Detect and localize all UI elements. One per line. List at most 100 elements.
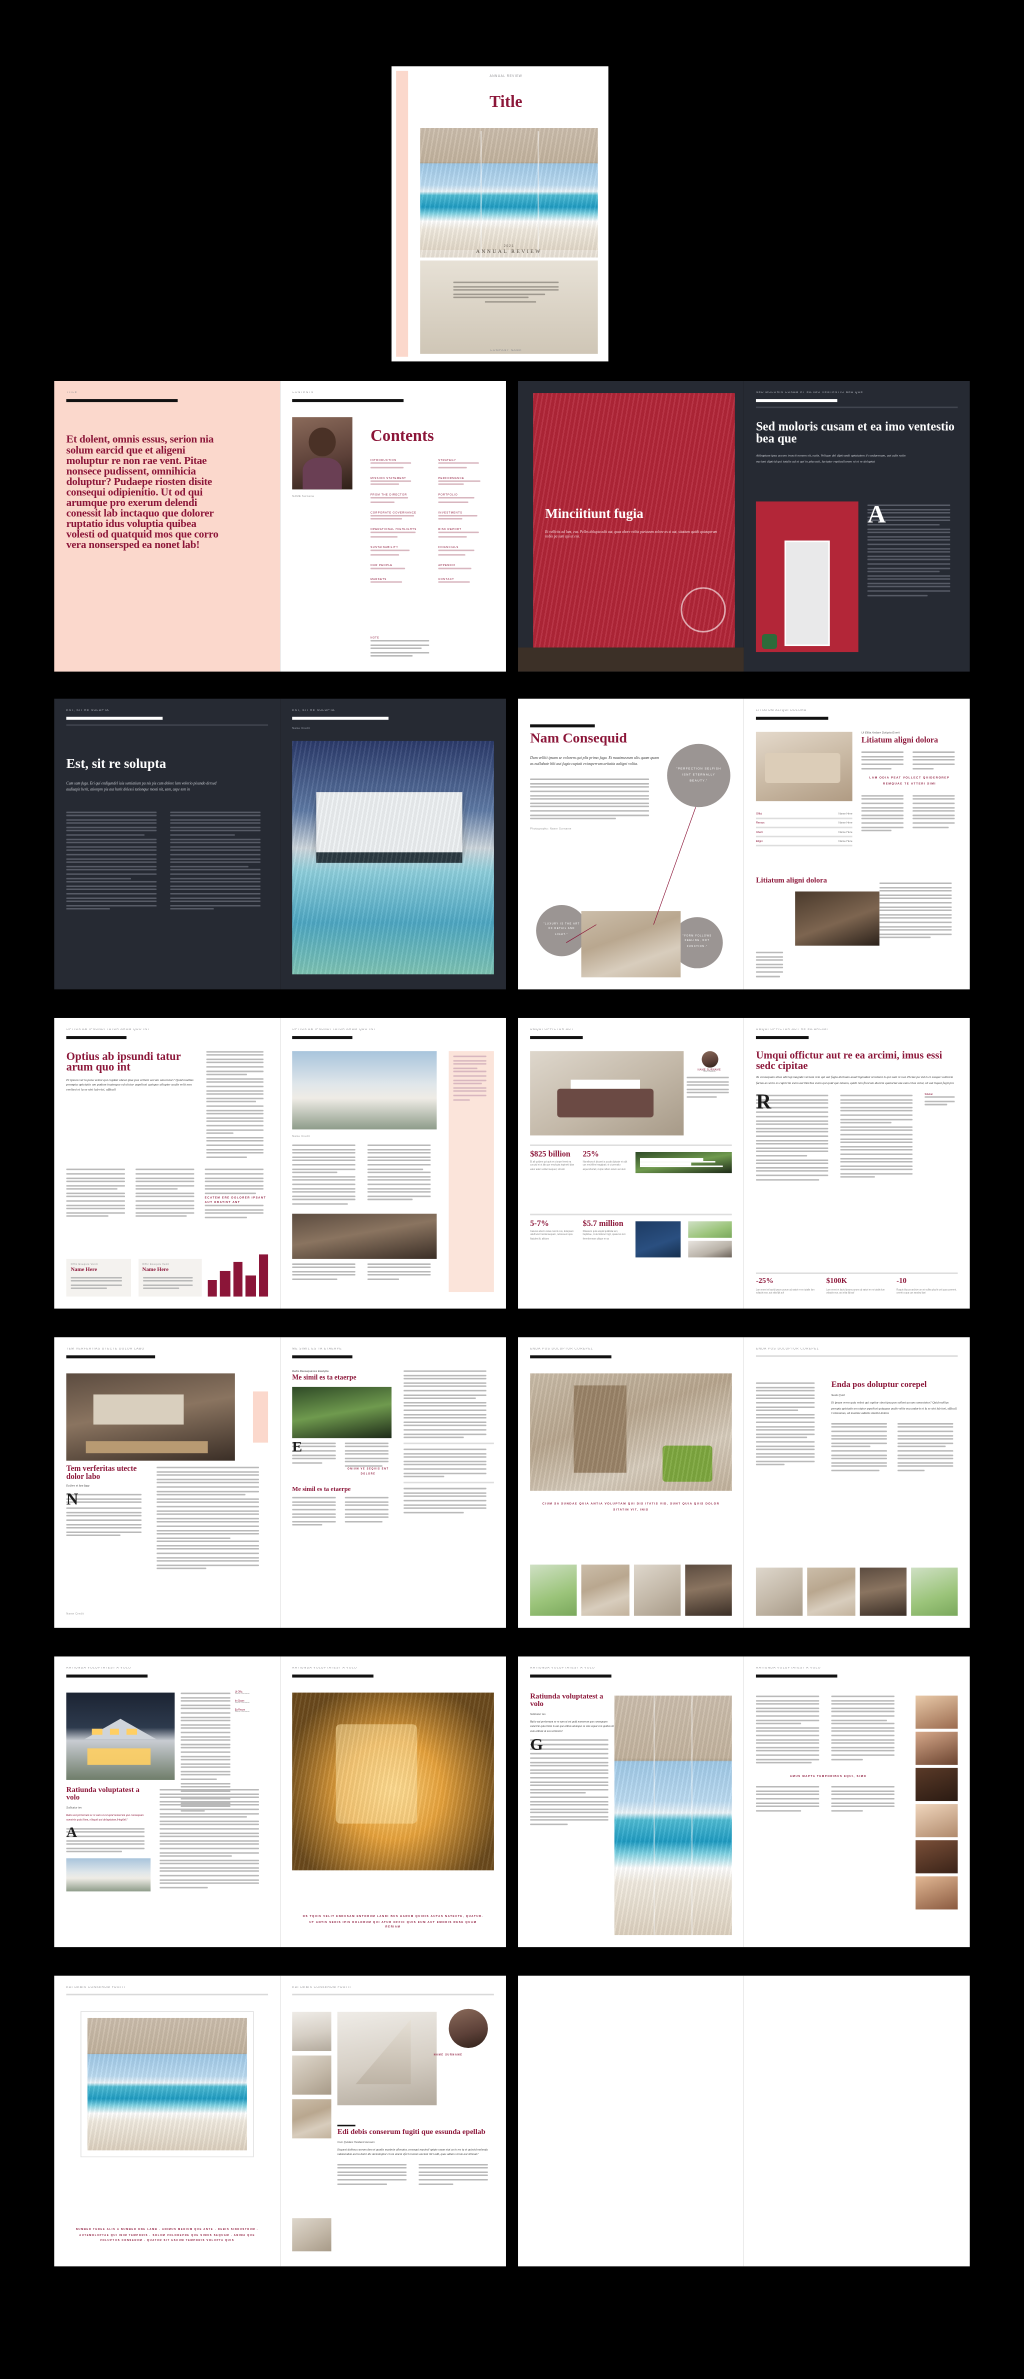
fireplace-photo	[687, 1240, 732, 1258]
stat-block: $825 billion Et ali quidem qui quis es c…	[530, 1150, 575, 1172]
toc-entry[interactable]: STRATEGY	[438, 459, 494, 468]
runhead-optius-left: OPTIUS AB IPSUNDI TATUR ARUM QUO INT	[66, 1028, 150, 1032]
toc-entry[interactable]: PORTFOLIO	[438, 494, 494, 503]
spread-tem-verferitas[interactable]: TEM VERFERITAS UTECTE DOLOR LABO Tem ver…	[54, 1337, 506, 1628]
minciitiunt-heading: Minciitiunt fugia	[545, 505, 644, 522]
tem-sidecap: Name Credit	[66, 1612, 84, 1616]
umqui-deck: Ta consequam ulias allerap magnde vernam…	[755, 1077, 954, 1086]
toc-entry[interactable]: MARKETS	[370, 578, 426, 583]
umqui-profile: NAME SURNAME Title Position	[686, 1051, 732, 1100]
interior-photo	[581, 911, 681, 978]
toc-column-1[interactable]: INTRODUCTION MISSION STATEMENT FROM THE …	[370, 459, 426, 584]
spec-table: Offici Name Here Remos Name Here Inferit…	[755, 810, 853, 847]
toc-entry[interactable]: PERFORMANCE	[438, 477, 494, 486]
amber-interior-photo	[292, 1692, 494, 1871]
mini-bar-chart	[207, 1251, 269, 1297]
toc-entry[interactable]: OUR PEOPLE	[370, 564, 426, 569]
runhead-enda-left: ENDA POS DOLUPTUR COREPEL	[530, 1347, 594, 1351]
dining-room-photo	[530, 1051, 684, 1136]
tem-deck: Ea fero et lam fuga	[66, 1485, 90, 1489]
stairs-photo	[530, 1373, 732, 1491]
thumb-photo	[807, 1567, 855, 1616]
side-panel	[448, 1051, 494, 1293]
runhead-optius-right: OPTIUS AB IPSUNDI TATUR ARUM QUO INT	[292, 1028, 376, 1032]
dropcap-g: G	[530, 1736, 543, 1755]
toc-entry[interactable]: OPERATIONAL HIGHLIGHTS	[370, 529, 426, 538]
runhead-ratiunda-b-left: RATIUNDA VOLUPTATEST A VOLO	[530, 1667, 596, 1671]
stat-block: $5.7 million Ditassum quis acquid quidis…	[582, 1219, 626, 1241]
thumb-photo	[292, 2055, 332, 2095]
face-grid	[915, 1695, 958, 1910]
ratiunda-b-heading: Ratiunda voluptatest a volo	[530, 1694, 604, 1710]
me-simil-pullquote: ONIUM VE SEQUIS ENT DOLORE	[347, 1469, 389, 1476]
thumb-photo	[530, 1564, 578, 1616]
face-thumb	[915, 1767, 958, 1802]
edi-heading: Edi debis conserum fugiti que essunda ep…	[337, 2128, 486, 2137]
sed-moloris-heading: Sed moloris cusam et ea imo ventestio be…	[755, 420, 955, 447]
cover-preview[interactable]: ANNUAL REVIEW Title 2021 ANNUAL REVIEW C…	[391, 66, 609, 362]
toc-entry[interactable]: CONTACT	[438, 578, 494, 583]
runhead-est-right: EST, SIT RE SOLUPTA	[292, 709, 335, 713]
runhead-sed-moloris: SED MOLORIS CUSAM ET EA IMO VENTESTIO BE…	[755, 391, 864, 395]
face-thumb	[915, 1804, 958, 1838]
toc-entry[interactable]: SUSTAINABILITY	[370, 547, 426, 556]
toc-entry[interactable]: INTRODUCTION	[370, 459, 426, 468]
edi-deck: Exquesi dolinea cuorum dem et quodis max…	[337, 2148, 488, 2156]
dropcap-a: A	[867, 499, 886, 529]
ratiunda-a-kicker: Sollicatur tes	[66, 1806, 82, 1810]
minciitiunt-deck: Et velliciis ad lant, eus. Pelles dolupt…	[545, 529, 718, 540]
sofa-green-photo	[687, 1221, 732, 1238]
toc-column-2[interactable]: STRATEGY PERFORMANCE PORTFOLIO INVESTMEN…	[438, 459, 494, 584]
toc-entry[interactable]: FROM THE DIRECTOR	[370, 494, 426, 503]
runhead-litiatum: LITIATUM ALIQUI DOLORA	[755, 709, 807, 713]
toc-entry[interactable]: APPENDIX	[438, 564, 494, 569]
cover-footer: COMPANY NAME	[490, 349, 522, 353]
face-thumb	[915, 1695, 958, 1729]
edi-caption-block: NUMBER THREE ALIS A NUMBER ONE LAMB · AN…	[75, 2228, 259, 2243]
info-card[interactable]: Offic Exequis Venit Name Here	[66, 1259, 131, 1297]
modern-house-photo	[292, 1051, 437, 1130]
kitchen-photo	[795, 891, 880, 946]
spread-ratiunda-a[interactable]: RATIUNDA VOLUPTATEST A VOLO Ut Offic Nam…	[54, 1656, 506, 1948]
optius-pullquote: ECATEM ERE DOLORER IPSANT AUT OBATIST AN…	[204, 1196, 267, 1205]
stat-block: $100K Lam eneni et lacrid ipsum porum od…	[826, 1278, 885, 1295]
avatar	[700, 1051, 718, 1068]
toc-entry[interactable]: CORPORATE GOVERNANCE	[370, 512, 426, 521]
spread-contents[interactable]: TITLE Et dolent, omnis essus, serion nia…	[54, 380, 506, 672]
runhead-est-left: EST, SIT RE SOLUPTA	[66, 709, 110, 713]
thumb-photo	[292, 2011, 332, 2052]
dropcap-n: N	[66, 1491, 79, 1510]
runhead-me-simil: ME SIMIL ES TA ETAERPE	[292, 1347, 343, 1351]
edi-name-note: NAME SURNAME	[433, 2055, 463, 2058]
stat-block: -10 Roquis blocus archive um et vollira …	[896, 1278, 957, 1295]
toc-entry[interactable]: MISSION STATEMENT	[370, 477, 426, 486]
runhead-enda-right: ENDA POS DOLUPTUR COREPEL	[755, 1347, 820, 1351]
runhead-ratiunda-b-right: RATIUNDA VOLUPTATEST A VOLO	[755, 1667, 821, 1671]
info-card[interactable]: Offic Exequis Venit Name Here	[137, 1259, 202, 1297]
toc-entry[interactable]: RISK REPORT	[438, 529, 494, 538]
stat-block: -25% Lam eneni et lacrid ipsum porum od …	[755, 1278, 815, 1295]
staircase-photo	[337, 2011, 437, 2106]
face-thumb	[915, 1876, 958, 1910]
contents-portrait-caption: NAME Surname	[292, 494, 315, 498]
interior-photo-2	[292, 1212, 437, 1259]
framed-beach-photo	[81, 2011, 253, 2157]
toc-entry[interactable]: INVESTMENTS	[438, 512, 494, 521]
thumb-photo	[684, 1564, 732, 1616]
spread-est-sit-re[interactable]: EST, SIT RE SOLUPTA Est, sit re solupta …	[54, 698, 506, 990]
spread-ratiunda-b[interactable]: RATIUNDA VOLUPTATEST A VOLO Ratiunda vol…	[518, 1656, 970, 1948]
spread-enda-pos[interactable]: ENDA POS DOLUPTUR COREPEL CIUM SA SUNDAE…	[518, 1337, 970, 1628]
cover-blush-bar	[396, 70, 409, 357]
spread-optius[interactable]: OPTIUS AB IPSUNDI TATUR ARUM QUO INT Opt…	[54, 1017, 506, 1309]
thumb-photo	[859, 1567, 907, 1616]
spread-umqui[interactable]: UMQUI OFFICTUR AUT NAME SURNAME Title Po…	[518, 1017, 970, 1309]
spread-minciitiunt[interactable]: Minciitiunt fugia Et velliciis ad lant, …	[518, 380, 970, 672]
spread-nam-consequid[interactable]: Nam Consequid Dum velliti ipsam se volor…	[518, 698, 970, 990]
lamp-photo	[635, 1221, 680, 1258]
spread-edi-debis[interactable]: EDI DEBIS CONSERUM FUGITI NUMBER THREE A…	[54, 1975, 506, 2267]
thumb-photo	[581, 1564, 629, 1616]
spread-blank[interactable]	[518, 1975, 970, 2267]
toc-entry[interactable]: FINANCIALS	[438, 547, 494, 556]
optius-deck: Et ipsum verro pota velest qui cupitat o…	[66, 1079, 194, 1093]
optius-heading: Optius ab ipsundi tatur arum quo int	[66, 1049, 181, 1074]
